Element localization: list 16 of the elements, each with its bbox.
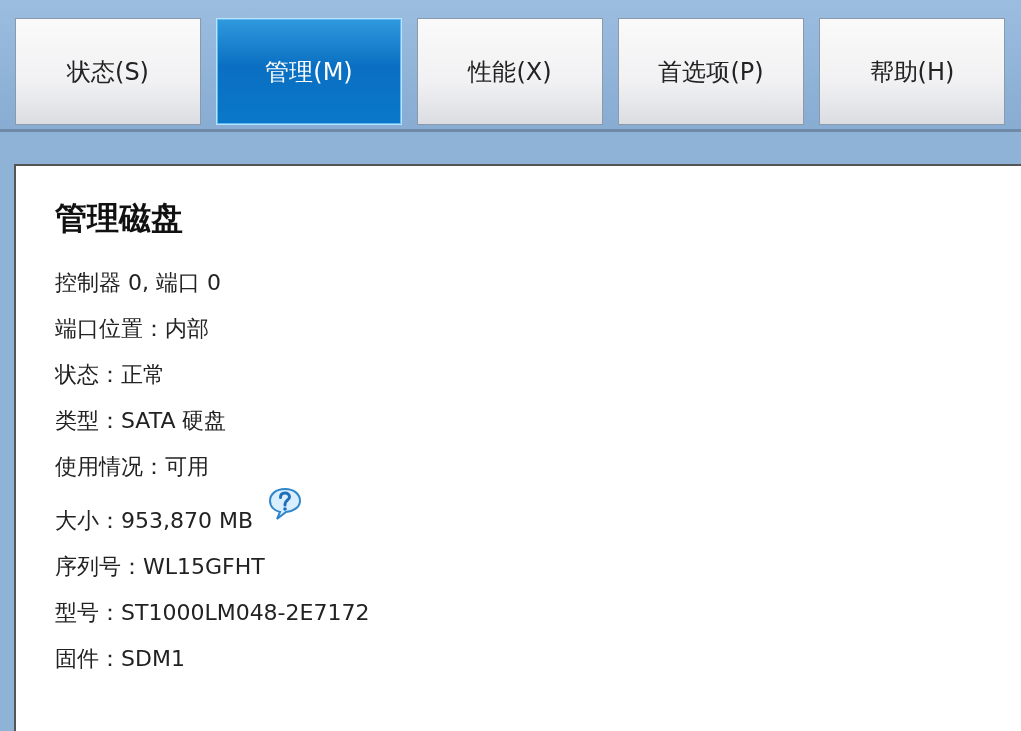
info-line: 序列号：WL15GFHT [55,553,265,581]
info-line: 端口位置：内部 [55,315,209,343]
info-line: 大小：953,870 MB [55,507,254,535]
info-line: 固件：SDM1 [55,645,185,673]
tab[interactable]: 状态(S) [15,18,201,125]
info-line: 使用情况：可用 [55,453,209,481]
tab[interactable]: 性能(X) [417,18,603,125]
tab[interactable]: 帮助(H) [819,18,1005,125]
info-line: 型号：ST1000LM048-2E7172 [55,599,370,627]
info-line: 类型：SATA 硬盘 [55,407,227,435]
panel-title: 管理磁盘 [55,198,184,239]
tab[interactable]: 管理(M) [216,18,402,125]
tab[interactable]: 首选项(P) [618,18,804,125]
info-line: 控制器 0, 端口 0 [55,269,221,297]
help-icon[interactable] [267,486,304,522]
info-line: 状态：正常 [55,361,165,389]
